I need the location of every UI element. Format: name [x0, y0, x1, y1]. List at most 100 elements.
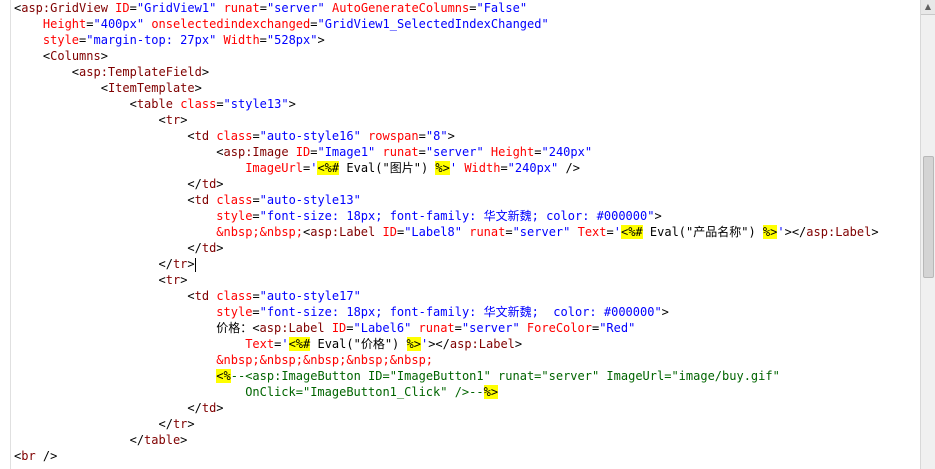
code-token: ForeColor: [526, 321, 592, 335]
code-token: %>: [483, 385, 499, 399]
code-token: Eval("产品名称"): [642, 225, 763, 239]
code-token: >: [317, 33, 325, 47]
code-line[interactable]: <table class="style13">: [14, 96, 921, 112]
code-token: =: [418, 145, 426, 159]
code-line[interactable]: style="margin-top: 27px" Width="528px">: [14, 32, 921, 48]
code-token: >: [661, 305, 669, 319]
code-token: =: [606, 225, 614, 239]
code-token: >: [180, 273, 188, 287]
editor-gutter: [0, 0, 11, 469]
code-token: "server": [266, 1, 325, 15]
code-token: runat: [382, 145, 419, 159]
code-area[interactable]: <asp:GridView ID="GridView1" runat="serv…: [14, 0, 921, 464]
code-token: Height: [490, 145, 535, 159]
code-line[interactable]: <tr>: [14, 112, 921, 128]
code-line[interactable]: 价格：<asp:Label ID="Label6" runat="server"…: [14, 320, 921, 336]
code-line[interactable]: </td>: [14, 176, 921, 192]
code-line[interactable]: style="font-size: 18px; font-family: 华文新…: [14, 304, 921, 320]
code-token: br: [21, 449, 36, 463]
code-token: td: [201, 401, 217, 415]
code-token: "Label6": [353, 321, 412, 335]
code-line[interactable]: </td>: [14, 240, 921, 256]
code-token: asp:Image: [223, 145, 289, 159]
code-line[interactable]: </tr>: [14, 416, 921, 432]
code-token: asp:Label: [310, 225, 376, 239]
scroll-up-icon[interactable]: ▲: [921, 0, 935, 15]
code-token: ></: [428, 337, 450, 351]
code-line[interactable]: <%--<asp:ImageButton ID="ImageButton1" r…: [14, 368, 921, 384]
code-line[interactable]: <td class="auto-style17": [14, 288, 921, 304]
code-token: >: [180, 113, 188, 127]
code-line[interactable]: &nbsp;&nbsp;<asp:Label ID="Label8" runat…: [14, 224, 921, 240]
code-token: <: [158, 113, 166, 127]
code-token: asp:Label: [259, 321, 325, 335]
code-token: >: [216, 177, 224, 191]
code-token: Height: [42, 17, 87, 31]
code-token: style: [42, 33, 80, 47]
code-line[interactable]: Text='<%# Eval("价格") %>'></asp:Label>: [14, 336, 921, 352]
code-line[interactable]: <td class="auto-style13": [14, 192, 921, 208]
code-token: ImageUrl: [245, 161, 303, 175]
code-token: ></: [784, 225, 807, 239]
code-token: asp:Label: [449, 337, 515, 351]
code-line[interactable]: <ItemTemplate>: [14, 80, 921, 96]
code-line[interactable]: style="font-size: 18px; font-family: 华文新…: [14, 208, 921, 224]
code-token: asp:GridView: [21, 1, 108, 15]
code-line[interactable]: <br />: [14, 448, 921, 464]
code-line[interactable]: &nbsp;&nbsp;&nbsp;&nbsp;&nbsp;: [14, 352, 921, 368]
code-line[interactable]: OnClick="ImageButton1_Click" />--%>: [14, 384, 921, 400]
code-line[interactable]: <asp:Image ID="Image1" runat="server" He…: [14, 144, 921, 160]
code-token: </: [187, 177, 202, 191]
code-token: tr: [172, 257, 188, 271]
code-line[interactable]: <td class="auto-style16" rowspan="8">: [14, 128, 921, 144]
code-line[interactable]: </tr>: [14, 256, 921, 272]
code-token: "Image1": [317, 145, 376, 159]
code-token: <%#: [620, 225, 643, 239]
vertical-scrollbar[interactable]: ▲: [920, 0, 935, 469]
code-token: %>: [762, 225, 778, 239]
code-line[interactable]: </td>: [14, 400, 921, 416]
code-token: style: [216, 209, 253, 223]
code-editor[interactable]: <asp:GridView ID="GridView1" runat="serv…: [0, 0, 921, 469]
code-token: "GridView1": [136, 1, 217, 15]
code-line[interactable]: </table>: [14, 432, 921, 448]
code-token: />: [35, 449, 58, 463]
code-token: >: [216, 241, 224, 255]
code-line[interactable]: <Columns>: [14, 48, 921, 64]
code-token: runat: [469, 225, 506, 239]
code-line[interactable]: <asp:GridView ID="GridView1" runat="serv…: [14, 0, 921, 16]
code-token: >: [187, 257, 195, 271]
scrollbar-thumb[interactable]: [923, 156, 934, 278]
code-token: ItemTemplate: [107, 81, 195, 95]
code-line[interactable]: <tr>: [14, 272, 921, 288]
code-token: />: [558, 161, 580, 175]
code-token: asp:Label: [806, 225, 872, 239]
code-token: &nbsp;&nbsp;: [216, 225, 303, 239]
code-token: </: [158, 417, 173, 431]
code-token: <%#: [288, 337, 311, 351]
code-token: "auto-style17": [259, 289, 361, 303]
code-token: <%: [216, 369, 231, 383]
code-token: rowspan: [368, 129, 419, 143]
code-line[interactable]: ImageUrl='<%# Eval("图片") %>' Width="240p…: [14, 160, 921, 176]
code-token: <: [158, 273, 166, 287]
code-token: "auto-style13": [259, 193, 361, 207]
code-line[interactable]: <asp:TemplateField>: [14, 64, 921, 80]
code-token: "8": [425, 129, 448, 143]
code-token: Columns: [50, 49, 101, 63]
code-line[interactable]: Height="400px" onselectedindexchanged="G…: [14, 16, 921, 32]
code-token: >: [187, 417, 195, 431]
code-token: "GridView1_SelectedIndexChanged": [317, 17, 549, 31]
